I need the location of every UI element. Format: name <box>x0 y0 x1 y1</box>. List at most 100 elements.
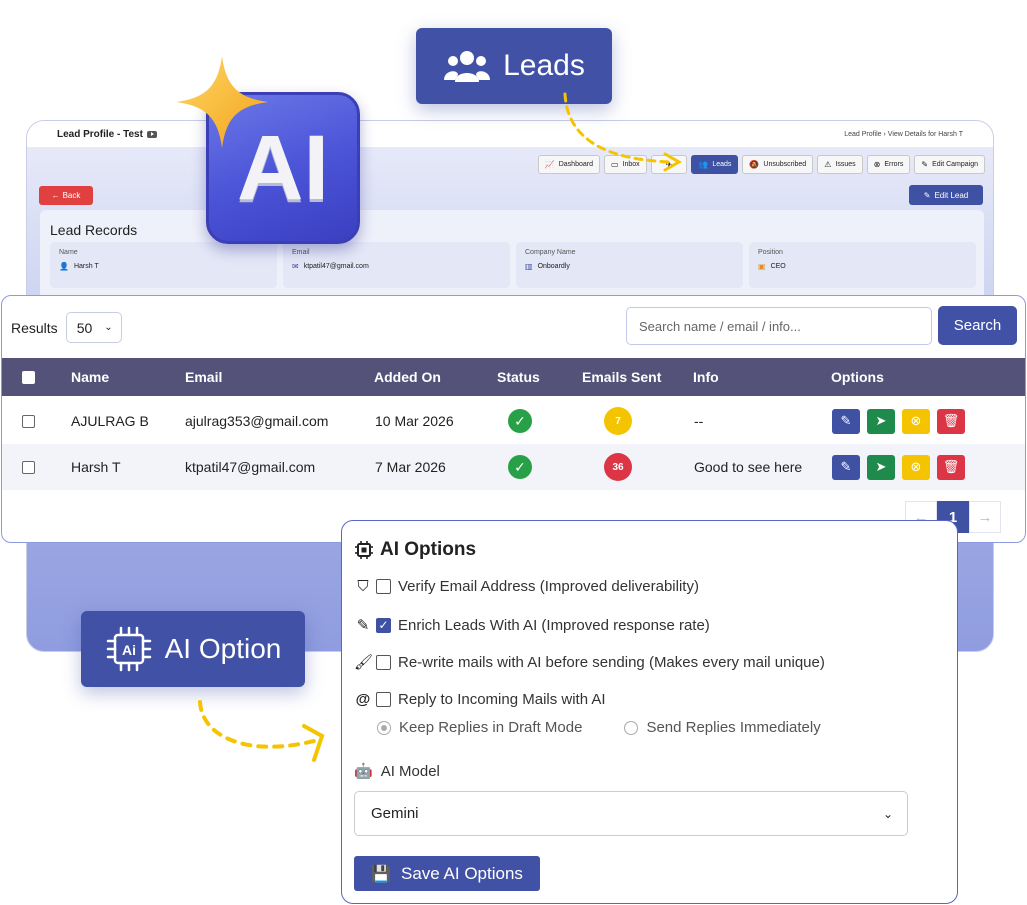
video-icon[interactable] <box>146 130 157 138</box>
lead-fields: Name 👤 Harsh T Email ✉ ktpatil47@gmail.com… <box>50 242 976 288</box>
field-value-text: Onboardly <box>537 263 570 270</box>
row-added-on: 10 Mar 2026 <box>375 413 454 429</box>
verify-email-checkbox[interactable] <box>376 579 391 594</box>
row-status: ✓ <box>508 444 532 490</box>
trash-icon: 🗑 <box>942 413 960 428</box>
reply-mode-group: Keep Replies in Draft Mode Send Replies … <box>377 719 821 736</box>
draft-mode-radio[interactable] <box>377 720 391 735</box>
nav-label: Edit Campaign <box>932 161 978 168</box>
row-name: AJULRAG B <box>71 413 149 429</box>
field-label: Name <box>59 249 78 256</box>
row-checkbox[interactable] <box>22 460 35 474</box>
chip-icon <box>355 541 373 559</box>
col-name[interactable]: Name <box>71 358 109 396</box>
nav-label: Unsubscribed <box>763 161 807 168</box>
check-circle-icon: ✓ <box>508 409 532 433</box>
col-added-on[interactable]: Added On <box>374 358 441 396</box>
lead-field-email: Email ✉ ktpatil47@gmail.com <box>283 242 510 288</box>
user-icon: 👤 <box>59 262 69 271</box>
results-per-page-select[interactable]: 50 ⌄ <box>65 312 122 343</box>
back-button[interactable]: ← Back <box>39 186 93 205</box>
pen-icon: ✎ <box>356 617 370 634</box>
option-verify-email[interactable]: ⛉ Verify Email Address (Improved deliver… <box>354 578 699 595</box>
enrich-leads-checkbox[interactable]: ✓ <box>376 617 391 633</box>
table-row: Harsh T ktpatil47@gmail.com 7 Mar 2026 ✓… <box>2 444 1025 490</box>
warning-icon: ⚠ <box>824 159 832 169</box>
nav-edit-campaign[interactable]: ✎ Edit Campaign <box>914 155 985 174</box>
select-all-cell <box>22 358 35 396</box>
envelope-icon: ✉ <box>292 262 299 271</box>
reply-incoming-checkbox[interactable] <box>376 692 391 707</box>
paper-plane-icon: ➤ <box>875 459 887 474</box>
pause-lead-button[interactable]: ⊗ <box>902 454 930 480</box>
field-label: Position <box>758 249 783 256</box>
col-emails-sent[interactable]: Emails Sent <box>582 358 661 396</box>
search-button[interactable]: Search <box>938 306 1017 345</box>
leads-table-panel: Results 50 ⌄ Search name / email / info.… <box>1 295 1026 543</box>
col-status[interactable]: Status <box>497 358 540 396</box>
edit-icon: ✎ <box>921 159 929 169</box>
error-icon: ⊗ <box>873 159 881 169</box>
nav-label: Errors <box>884 161 904 168</box>
nav-unsubscribed[interactable]: 🔕 Unsubscribed <box>742 155 814 174</box>
emails-sent-badge: 7 <box>604 407 632 435</box>
draft-mode-label: Keep Replies in Draft Mode <box>399 719 583 736</box>
ai-model-select[interactable]: Gemini ⌄ <box>354 791 908 836</box>
back-button-label: Back <box>62 191 81 200</box>
pause-lead-button[interactable]: ⊗ <box>902 408 930 434</box>
row-options: ✎ ➤ ⊗ 🗑 <box>832 398 972 444</box>
send-immediately-label: Send Replies Immediately <box>646 719 821 736</box>
edit-lead-button[interactable]: ✎ Edit Lead <box>909 185 983 205</box>
briefcase-icon: ▣ <box>758 262 766 271</box>
row-info: Good to see here <box>694 459 803 475</box>
table-row: AJULRAG B ajulrag353@gmail.com 10 Mar 20… <box>2 398 1025 444</box>
leads-badge-label: Leads <box>503 49 585 82</box>
nav-issues[interactable]: ⚠ Issues <box>817 155 863 174</box>
save-ai-options-button[interactable]: 💾 Save AI Options <box>354 856 540 891</box>
edit-icon: ✎ <box>840 413 852 428</box>
option-label: Reply to Incoming Mails with AI <box>398 691 606 708</box>
send-mail-button[interactable]: ➤ <box>867 454 895 480</box>
ai-option-connector-arrow <box>198 700 325 762</box>
edit-lead-icon-button[interactable]: ✎ <box>832 408 860 434</box>
search-input[interactable]: Search name / email / info... <box>626 307 932 345</box>
row-info: -- <box>694 413 704 429</box>
chevron-down-icon: ⌄ <box>104 322 113 333</box>
breadcrumb[interactable]: Lead Profile › View Details for Harsh T <box>844 131 963 138</box>
option-rewrite-mails[interactable]: 🖌 Re-write mails with AI before sending … <box>354 653 825 672</box>
field-value-text: Harsh T <box>73 263 99 270</box>
building-icon: ▥ <box>525 262 533 271</box>
paper-plane-icon: ➤ <box>875 413 887 428</box>
at-icon: @ <box>355 691 371 708</box>
row-emails-sent: 36 <box>604 444 632 490</box>
nav-leads[interactable]: 👥 Leads <box>691 155 739 174</box>
robot-icon: 🤖 <box>354 763 373 780</box>
nav-errors[interactable]: ⊗ Errors <box>866 155 911 174</box>
row-email: ktpatil47@gmail.com <box>185 459 316 475</box>
delete-lead-button[interactable]: 🗑 <box>937 454 965 480</box>
row-added-on: 7 Mar 2026 <box>375 459 446 475</box>
option-enrich-leads[interactable]: ✎ ✓ Enrich Leads With AI (Improved respo… <box>354 616 710 635</box>
select-all-checkbox[interactable] <box>22 370 35 384</box>
rewrite-mails-checkbox[interactable] <box>376 654 391 670</box>
send-mail-button[interactable]: ➤ <box>867 408 895 434</box>
field-value: ✉ ktpatil47@gmail.com <box>292 262 501 271</box>
row-email: ajulrag353@gmail.com <box>185 413 329 429</box>
option-reply-incoming[interactable]: @ Reply to Incoming Mails with AI <box>354 691 606 708</box>
edit-lead-icon-button[interactable]: ✎ <box>832 454 860 480</box>
ai-model-label-text: AI Model <box>380 762 440 780</box>
edit-lead-label: Edit Lead <box>934 190 969 200</box>
field-label: Email <box>292 249 310 256</box>
leads-connector-arrow <box>563 92 683 172</box>
delete-lead-button[interactable]: 🗑 <box>937 408 965 434</box>
next-page-button[interactable]: → <box>969 501 1001 533</box>
send-immediately-radio[interactable] <box>624 720 639 735</box>
row-select-cell <box>22 398 35 444</box>
edit-icon: ✎ <box>923 190 931 200</box>
row-checkbox[interactable] <box>22 414 35 428</box>
row-options: ✎ ➤ ⊗ 🗑 <box>832 444 972 490</box>
col-email[interactable]: Email <box>185 358 222 396</box>
lead-field-position: Position ▣ CEO <box>749 242 976 288</box>
chevron-down-icon: ⌄ <box>882 806 893 821</box>
save-icon: 💾 <box>371 865 391 883</box>
